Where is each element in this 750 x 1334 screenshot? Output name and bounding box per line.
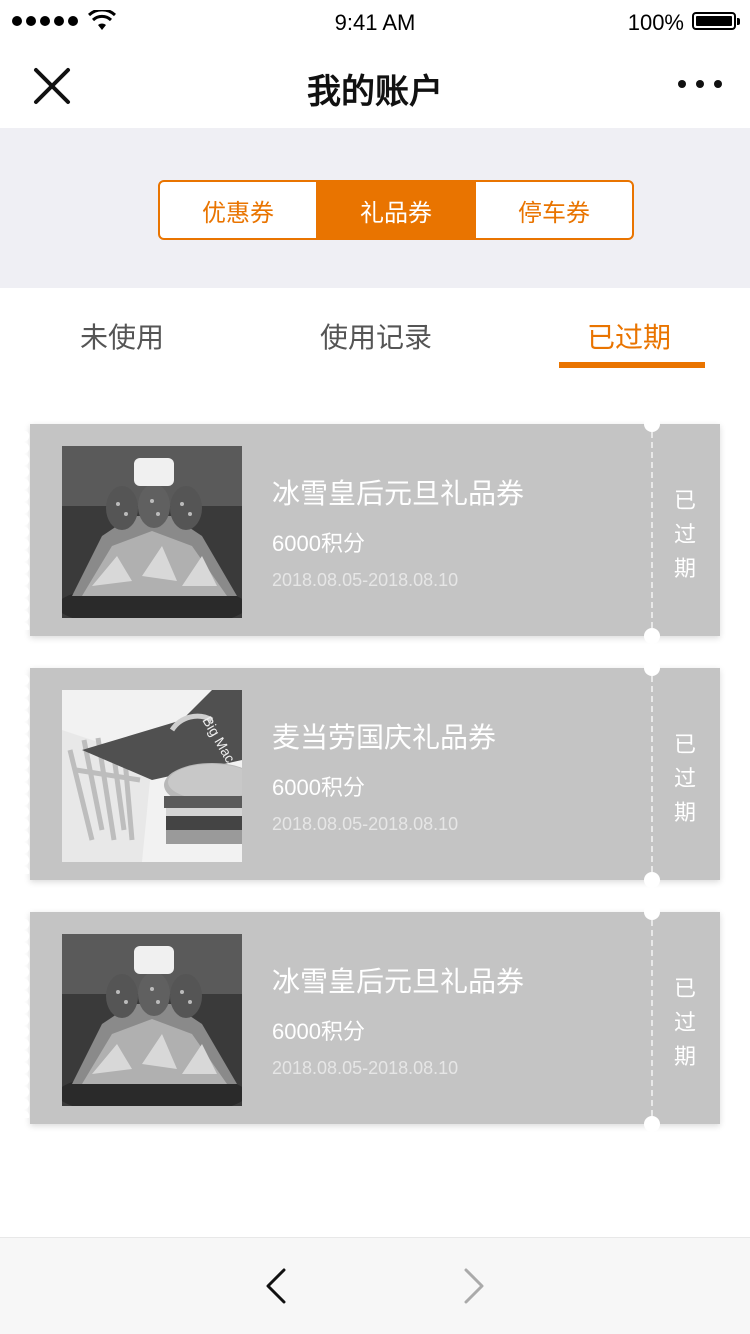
chevron-right-icon[interactable] xyxy=(460,1266,488,1306)
battery-percent: 100% xyxy=(627,10,684,35)
dessert-image xyxy=(62,934,242,1106)
nav-bar: 我的账户 xyxy=(0,44,750,128)
coupon-card[interactable]: 冰雪皇后元旦礼品券 6000积分 2018.08.05-2018.08.10 已… xyxy=(24,416,720,644)
burger-fries-image: Big Mac xyxy=(62,690,242,862)
coupon-card[interactable]: 冰雪皇后元旦礼品券 6000积分 2018.08.05-2018.08.10 已… xyxy=(24,904,720,1132)
active-tab-indicator xyxy=(559,362,705,368)
coupon-points: 6000积分 xyxy=(272,531,365,556)
dessert-image xyxy=(62,446,242,618)
page-title: 我的账户 xyxy=(307,73,443,111)
segment-parking-coupon[interactable]: 停车券 xyxy=(476,182,632,238)
tab-usage-history[interactable]: 使用记录 xyxy=(320,316,432,356)
coupon-points: 6000积分 xyxy=(272,775,365,800)
status-bar: 9:41 AM 100% xyxy=(0,0,750,44)
coupon-title: 麦当劳国庆礼品券 xyxy=(272,722,497,753)
segment-area: 优惠券 礼品券 停车券 xyxy=(0,128,750,288)
coupon-card[interactable]: Big Mac 麦当劳国庆礼品券 6000积分 2018.08.05-2018.… xyxy=(24,660,720,888)
coupon-points: 6000积分 xyxy=(272,1019,365,1044)
coupon-status: 已过期 xyxy=(673,488,696,581)
chevron-left-icon[interactable] xyxy=(262,1266,290,1306)
bottom-toolbar xyxy=(0,1237,750,1334)
coupon-title: 冰雪皇后元旦礼品券 xyxy=(272,966,525,997)
coupon-date: 2018.08.05-2018.08.10 xyxy=(272,1058,459,1078)
battery-icon xyxy=(692,12,740,30)
coupon-type-segmented-control: 优惠券 礼品券 停车券 xyxy=(158,180,634,240)
coupon-status: 已过期 xyxy=(673,732,696,825)
tab-expired[interactable]: 已过期 xyxy=(587,316,671,356)
more-icon[interactable] xyxy=(678,72,722,96)
segment-discount-coupon[interactable]: 优惠券 xyxy=(160,182,318,238)
coupon-title: 冰雪皇后元旦礼品券 xyxy=(272,478,525,509)
coupon-date: 2018.08.05-2018.08.10 xyxy=(272,570,459,590)
tab-unused[interactable]: 未使用 xyxy=(80,316,164,356)
coupon-status: 已过期 xyxy=(673,976,696,1069)
segment-gift-coupon[interactable]: 礼品券 xyxy=(318,182,476,238)
status-tabs: 未使用 使用记录 已过期 xyxy=(0,288,750,370)
coupon-date: 2018.08.05-2018.08.10 xyxy=(272,814,459,834)
